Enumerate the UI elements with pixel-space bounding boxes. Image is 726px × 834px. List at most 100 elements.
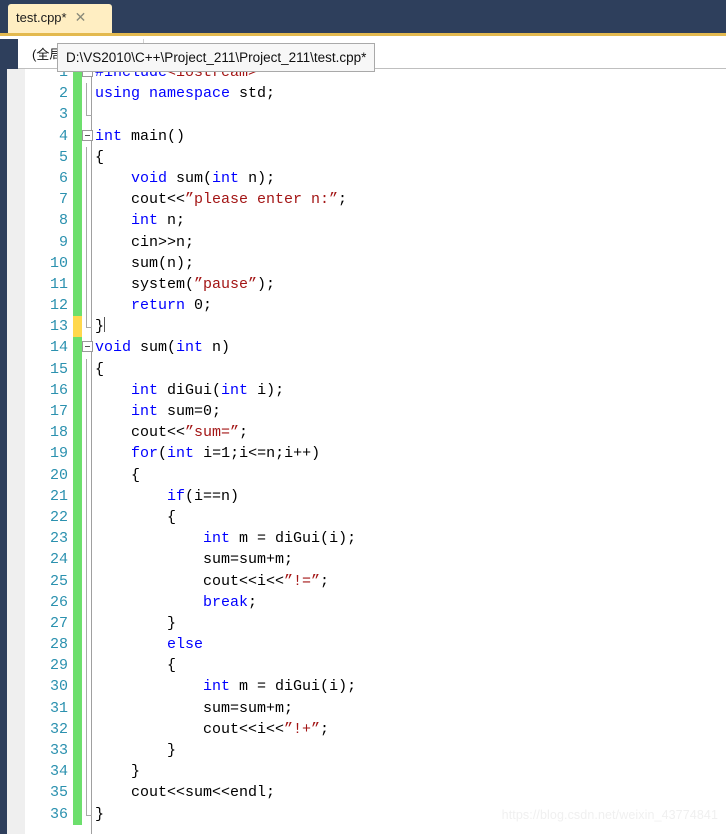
code-line[interactable]: 23 int m = diGui(i); <box>0 528 726 550</box>
code-line[interactable]: 17 int sum=0; <box>0 401 726 423</box>
code-token: system( <box>95 275 195 293</box>
code-line[interactable]: 7 cout<<”please enter n:”; <box>0 189 726 211</box>
code-text: for(int i=1;i<=n;i++) <box>95 443 320 464</box>
change-marker <box>73 718 82 740</box>
code-token: int <box>131 381 159 399</box>
code-text: sum(n); <box>95 253 194 274</box>
document-tab-test-cpp[interactable]: test.cpp* ✕ <box>8 4 112 36</box>
code-text: { <box>95 507 176 528</box>
line-number: 16 <box>49 381 68 399</box>
fold-guide-line <box>86 167 87 190</box>
code-text: int sum=0; <box>95 401 221 422</box>
code-token: int <box>212 169 240 187</box>
code-line[interactable]: 30 int m = diGui(i); <box>0 676 726 698</box>
line-number: 27 <box>49 614 68 632</box>
change-marker <box>73 83 82 105</box>
fold-guide-line <box>86 591 87 613</box>
change-marker <box>73 528 82 550</box>
line-number: 26 <box>49 593 68 611</box>
code-text: break; <box>95 592 257 613</box>
code-line[interactable]: 21 if(i==n) <box>0 485 726 507</box>
line-number: 34 <box>49 763 68 781</box>
code-token: int <box>203 678 231 696</box>
change-marker <box>73 379 82 401</box>
code-line[interactable]: 10 sum(n); <box>0 252 726 274</box>
code-line[interactable]: 27 } <box>0 612 726 635</box>
fold-guide-line <box>86 83 87 105</box>
fold-guide-line <box>86 401 87 423</box>
code-token: sum( <box>131 339 177 357</box>
code-token: } <box>95 742 177 759</box>
collapse-minus-icon[interactable] <box>82 129 93 141</box>
fold-guide-line <box>86 612 87 635</box>
code-line[interactable]: 2 using namespace std; <box>0 83 726 105</box>
code-line[interactable]: 20 { <box>0 464 726 486</box>
code-line[interactable]: 32 cout<<i<<”!+”; <box>0 718 726 740</box>
change-marker <box>73 676 82 698</box>
change-marker <box>73 167 82 190</box>
code-token: sum=0; <box>158 403 222 420</box>
fold-guide-line <box>86 570 87 592</box>
code-token: { <box>95 360 105 378</box>
code-line[interactable]: 13} <box>0 316 726 338</box>
close-icon[interactable]: ✕ <box>75 9 87 25</box>
code-token: cout<<i<< <box>95 572 285 590</box>
code-text: } <box>95 613 176 634</box>
code-token: ; <box>338 191 348 209</box>
change-marker <box>73 485 82 507</box>
change-marker <box>73 443 82 465</box>
code-line[interactable]: 24 sum=sum+m; <box>0 549 726 571</box>
code-line[interactable]: 33 } <box>0 740 726 762</box>
code-text: return 0; <box>95 295 212 316</box>
change-marker <box>73 252 82 274</box>
code-text: } <box>95 761 140 782</box>
code-line[interactable]: 26 break; <box>0 591 726 613</box>
line-number: 22 <box>49 508 68 526</box>
code-token: ( <box>158 445 168 463</box>
file-path-tooltip: D:\VS2010\C++\Project_211\Project_211\te… <box>57 43 376 72</box>
fold-guide-line <box>86 210 87 232</box>
code-text: cout<<”sum=”; <box>95 422 248 443</box>
collapse-minus-icon[interactable] <box>82 341 93 353</box>
line-number: 29 <box>49 657 68 675</box>
code-line[interactable]: 14 void sum(int n) <box>0 337 726 359</box>
fold-guide-line <box>86 549 87 571</box>
code-line[interactable]: 3 <box>0 104 726 126</box>
code-line[interactable]: 18 cout<<”sum=”; <box>0 422 726 444</box>
document-tab-label: test.cpp* <box>16 10 67 25</box>
code-line[interactable]: 16 int diGui(int i); <box>0 379 726 401</box>
code-line[interactable]: 22 { <box>0 506 726 529</box>
code-token: int <box>203 530 231 548</box>
code-line[interactable]: 4 int main() <box>0 125 726 147</box>
code-token: return <box>131 297 186 315</box>
code-line[interactable]: 8 int n; <box>0 210 726 232</box>
code-line[interactable]: 31 sum=sum+m; <box>0 697 726 719</box>
code-line[interactable]: 5{ <box>0 146 726 168</box>
code-line[interactable]: 11 system(”pause”); <box>0 273 726 296</box>
code-token: cout<<sum<<endl; <box>95 784 276 802</box>
code-line[interactable]: 6 void sum(int n); <box>0 167 726 190</box>
code-text: cout<<sum<<endl; <box>95 782 275 803</box>
code-line[interactable]: 28 else <box>0 634 726 656</box>
code-token: sum=sum+m; <box>95 699 294 717</box>
code-line[interactable]: 34 } <box>0 761 726 783</box>
fold-guide-line <box>86 443 87 465</box>
code-text: int m = diGui(i); <box>95 676 356 697</box>
code-token: { <box>95 148 105 166</box>
code-text: } <box>95 740 176 761</box>
code-line[interactable]: 9 cin>>n; <box>0 231 726 253</box>
fold-guide-line <box>86 803 92 816</box>
code-line[interactable]: 15 { <box>0 358 726 380</box>
code-line[interactable]: 19 for(int i=1;i<=n;i++) <box>0 443 726 465</box>
code-line[interactable]: 12 return 0; <box>0 295 726 317</box>
code-line[interactable]: 35 cout<<sum<<endl; <box>0 782 726 804</box>
fold-guide-line <box>86 697 87 719</box>
line-number: 25 <box>49 572 68 590</box>
code-editor[interactable]: 1 #include<iostream> 2 using namespace std;… <box>0 69 726 834</box>
code-token: (i==n) <box>185 487 240 505</box>
code-line[interactable]: 25 cout<<i<<”!=”; <box>0 570 726 592</box>
code-line[interactable]: 29 { <box>0 655 726 677</box>
